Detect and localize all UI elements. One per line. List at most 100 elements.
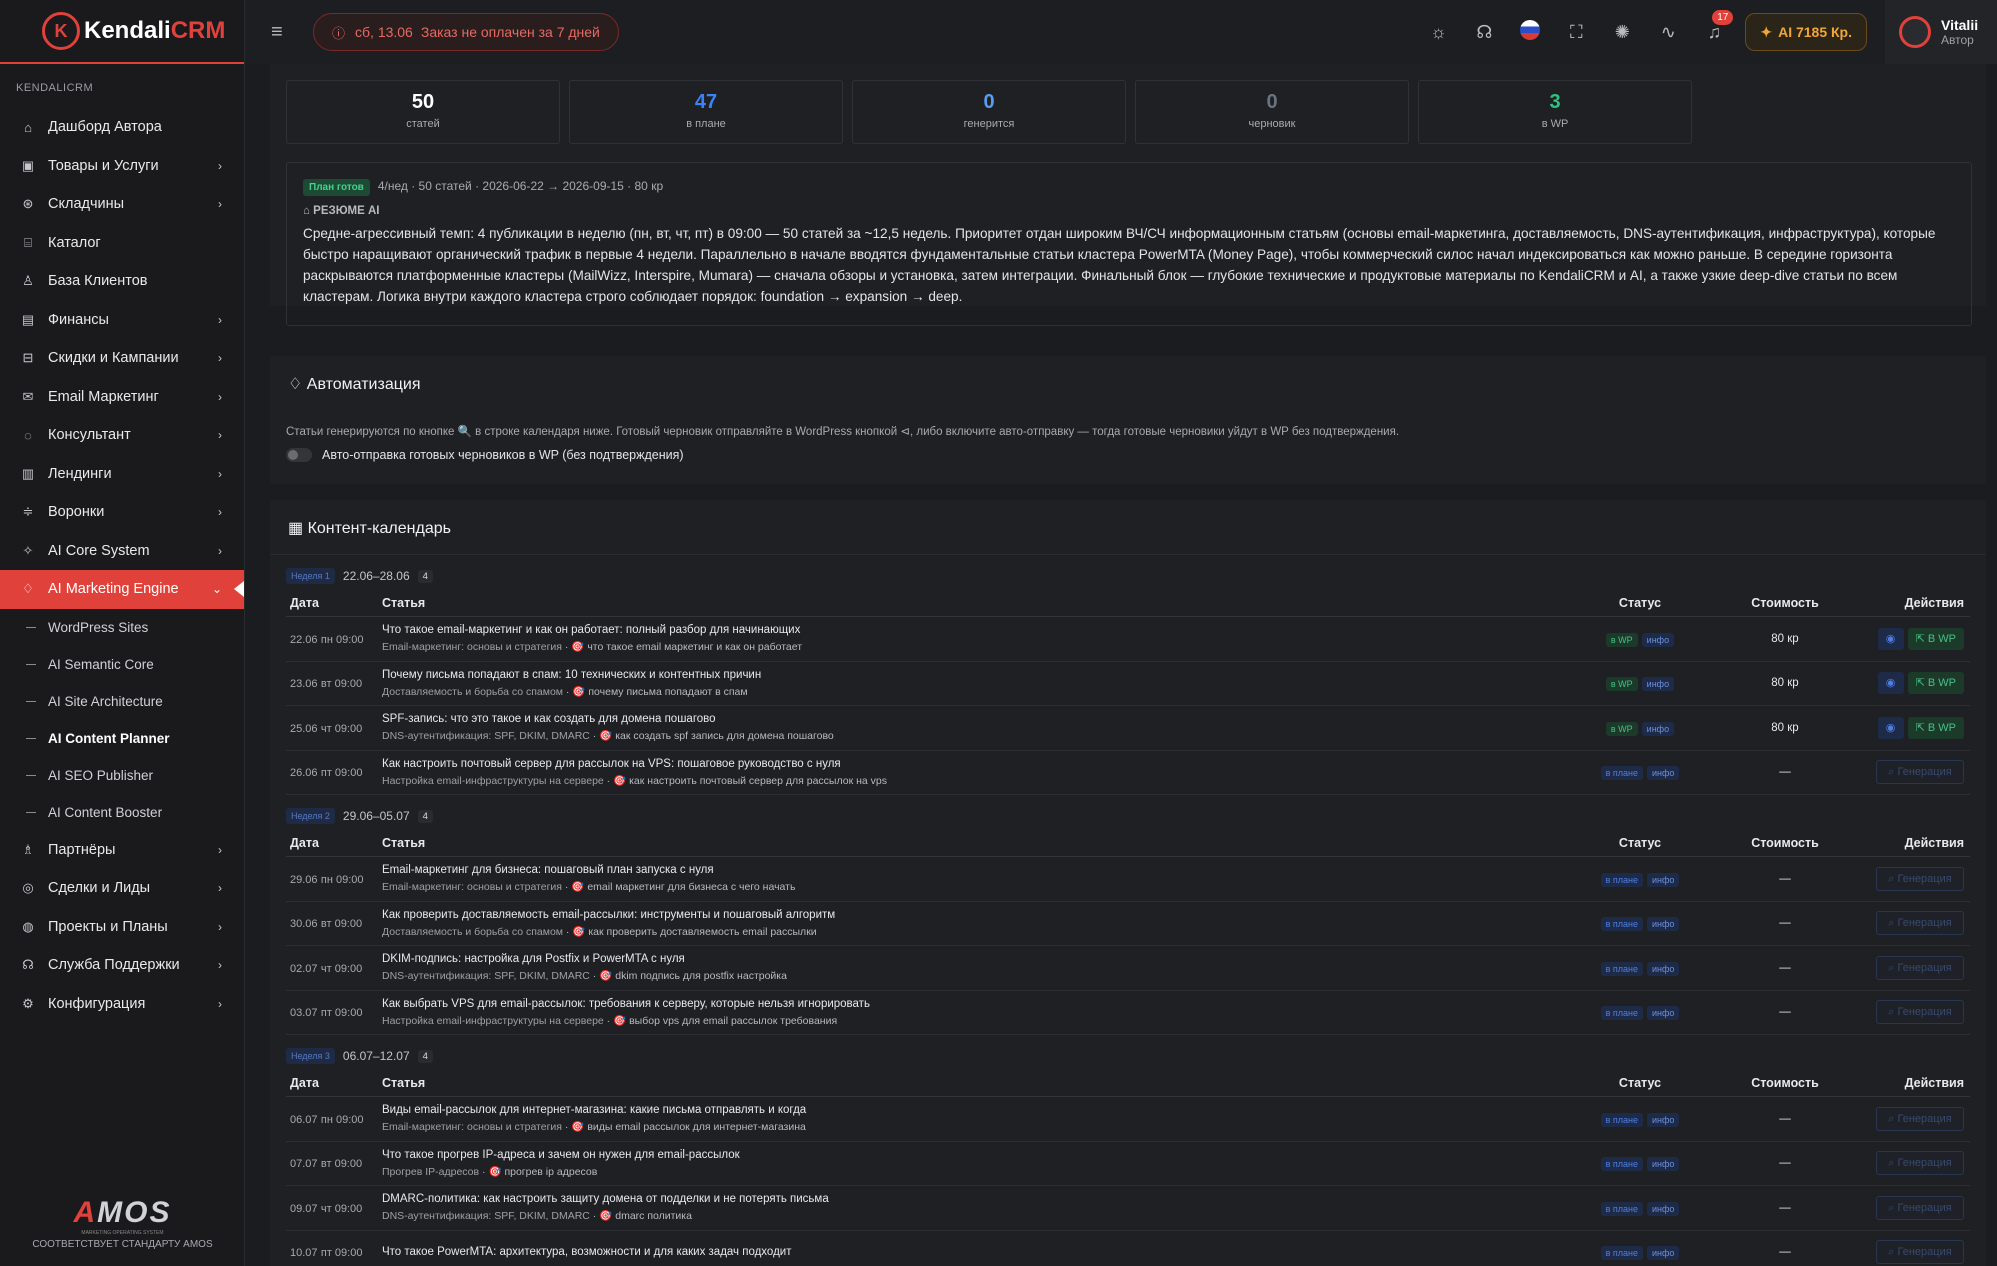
language-flag-icon[interactable] — [1507, 19, 1553, 45]
generate-button[interactable]: ⌕ Генерация — [1876, 1240, 1964, 1265]
article-title[interactable]: Как выбрать VPS для email-рассылок: треб… — [382, 998, 1560, 1010]
article-title[interactable]: Что такое PowerMTA: архитектура, возможн… — [382, 1246, 1560, 1258]
app-logo[interactable]: K Kendali CRM — [0, 0, 244, 64]
ai-balance-button[interactable]: ✦ AI 7185 Кр. — [1745, 13, 1867, 51]
week-range: 29.06–05.07 — [342, 809, 410, 823]
sidebar-item-partners[interactable]: ♗ Партнёры › — [0, 831, 244, 870]
sidebar-item-gear[interactable]: ⚙ Конфигурация › — [0, 985, 244, 1024]
send-to-wp-button[interactable]: ⇱ В WP — [1907, 627, 1964, 650]
week-range: 06.07–12.07 — [342, 1049, 410, 1063]
lightbulb-icon[interactable]: ☼ — [1415, 22, 1461, 43]
table-row: 25.06 чт 09:00 SPF-запись: что это такое … — [286, 706, 1970, 751]
view-eye-icon[interactable]: ◉ — [1877, 627, 1904, 650]
notifications-icon[interactable]: ♫ 17 — [1691, 9, 1737, 43]
sidebar-item-ai-marketing-engine[interactable]: ♢ AI Marketing Engine ⌄ — [0, 570, 244, 609]
hamburger-menu-icon[interactable]: ≡ — [271, 21, 301, 44]
generate-button[interactable]: ⌕ Генерация — [1876, 1195, 1964, 1220]
info-badge[interactable]: инфо — [1646, 1201, 1680, 1216]
article-title[interactable]: SPF-запись: что это такое и как создать … — [382, 713, 1560, 725]
alert-icon: ⓘ — [332, 25, 346, 41]
week-tag: Неделя 3 — [286, 1048, 335, 1064]
sidebar-item-handshake[interactable]: ◎ Сделки и Лиды › — [0, 869, 244, 908]
auto-send-toggle[interactable] — [286, 448, 312, 462]
sidebar-item-box[interactable]: ▣ Товары и Услуги › — [0, 147, 244, 186]
sidebar-item-funnel[interactable]: ≑ Воронки › — [0, 493, 244, 532]
sidebar-item-wallet[interactable]: ▤ Финансы › — [0, 301, 244, 340]
generate-button[interactable]: ⌕ Генерация — [1876, 866, 1964, 891]
article-title[interactable]: Виды email-рассылок для интернет-магазин… — [382, 1104, 1560, 1116]
sidebar-item-users[interactable]: ♙ База Клиентов — [0, 262, 244, 301]
sidebar-item-home[interactable]: ⌂ Дашборд Автора — [0, 108, 244, 147]
view-eye-icon[interactable]: ◉ — [1877, 716, 1904, 739]
article-meta: DNS-аутентификация: SPF, DKIM, DMARC · 🎯… — [382, 1209, 1560, 1222]
sidebar-item-projects[interactable]: ◍ Проекты и Планы › — [0, 908, 244, 947]
row-status: в WP инфо — [1560, 630, 1720, 648]
article-title[interactable]: Что такое прогрев IP-адреса и зачем он н… — [382, 1149, 1560, 1161]
article-cluster: Прогрев IP-адресов — [382, 1165, 480, 1178]
sidebar-item-tag[interactable]: ⊟ Скидки и Кампании › — [0, 339, 244, 378]
sidebar-item-label: Конфигурация — [48, 995, 146, 1012]
sidebar-item-page[interactable]: ▥ Лендинги › — [0, 455, 244, 494]
article-title[interactable]: Что такое email-маркетинг и как он работ… — [382, 624, 1560, 636]
activity-icon[interactable]: ∿ — [1645, 22, 1691, 43]
headset-icon[interactable]: ☊ — [1461, 22, 1507, 43]
theme-toggle-icon[interactable]: ✺ — [1599, 22, 1645, 43]
article-title[interactable]: Email-маркетинг для бизнеса: пошаговый п… — [382, 864, 1560, 876]
send-to-wp-button[interactable]: ⇱ В WP — [1907, 716, 1964, 739]
chevron-down-icon: ⌄ — [211, 582, 222, 597]
fullscreen-icon[interactable]: ⛶ — [1553, 22, 1599, 43]
payment-alert[interactable]: ⓘ сб, 13.06 Заказ не оплачен за 7 дней — [313, 13, 619, 51]
info-badge[interactable]: инфо — [1646, 766, 1680, 781]
calendar-icon: ▦ — [288, 520, 308, 537]
row-actions: ⌕ Генерация — [1850, 1151, 1970, 1176]
chevron-right-icon: › — [218, 543, 222, 558]
stat-label: статей — [406, 118, 440, 130]
article-title[interactable]: Почему письма попадают в спам: 10 технич… — [382, 669, 1560, 681]
info-badge[interactable]: инфо — [1646, 1157, 1680, 1172]
info-badge[interactable]: инфо — [1641, 632, 1675, 647]
send-to-wp-button[interactable]: ⇱ В WP — [1907, 672, 1964, 695]
article-title[interactable]: DKIM-подпись: настройка для Postfix и Po… — [382, 953, 1560, 965]
submenu-item[interactable]: AI SEO Publisher — [0, 757, 244, 794]
view-eye-icon[interactable]: ◉ — [1877, 672, 1904, 695]
status-badge: в плане — [1600, 1157, 1643, 1172]
info-badge[interactable]: инфо — [1646, 961, 1680, 976]
generate-button[interactable]: ⌕ Генерация — [1876, 1151, 1964, 1176]
sidebar-item-chat[interactable]: ◌ Консультант › — [0, 416, 244, 455]
generate-button[interactable]: ⌕ Генерация — [1876, 955, 1964, 980]
generate-button[interactable]: ⌕ Генерация — [1876, 1000, 1964, 1025]
sidebar-item-sparkle[interactable]: ✧ AI Core System › — [0, 532, 244, 571]
info-badge[interactable]: инфо — [1641, 677, 1675, 692]
article-title[interactable]: Как проверить доставляемость email-рассы… — [382, 909, 1560, 921]
sidebar-item-store[interactable]: ⌸ Каталог — [0, 224, 244, 263]
info-badge[interactable]: инфо — [1646, 872, 1680, 887]
submenu-item[interactable]: AI Semantic Core — [0, 646, 244, 683]
submenu-item[interactable]: AI Content Planner — [0, 720, 244, 757]
sidebar-item-headset[interactable]: ☊ Служба Поддержки › — [0, 946, 244, 985]
generate-button[interactable]: ⌕ Генерация — [1876, 911, 1964, 936]
article-title[interactable]: DMARC-политика: как настроить защиту дом… — [382, 1193, 1560, 1205]
stat-value: 47 — [694, 91, 718, 113]
amos-tagline: MARKETING OPERATING SYSTEM — [81, 1230, 164, 1236]
submenu-item-label: AI Semantic Core — [48, 656, 154, 672]
submenu-item[interactable]: AI Content Booster — [0, 794, 244, 831]
info-badge[interactable]: инфо — [1646, 917, 1680, 932]
alert-date: сб, 13.06 — [355, 24, 413, 40]
row-status: в плане инфо — [1560, 1199, 1720, 1217]
handshake-icon: ◎ — [22, 880, 34, 896]
sidebar-item-mail[interactable]: ✉ Email Маркетинг › — [0, 378, 244, 417]
generate-button[interactable]: ⌕ Генерация — [1876, 760, 1964, 785]
sidebar-item-share[interactable]: ⊛ Складчины › — [0, 185, 244, 224]
submenu-item[interactable]: AI Site Architecture — [0, 683, 244, 720]
info-badge[interactable]: инфо — [1646, 1006, 1680, 1021]
stat-label: в WP — [1541, 118, 1569, 130]
submenu-item[interactable]: WordPress Sites — [0, 609, 244, 646]
info-badge[interactable]: инфо — [1641, 721, 1675, 736]
chevron-right-icon: › — [218, 351, 222, 366]
article-title[interactable]: Как настроить почтовый сервер для рассыл… — [382, 758, 1560, 770]
keyword: · 🎯 как настроить почтовый сервер для ра… — [603, 774, 887, 787]
info-badge[interactable]: инфо — [1646, 1112, 1680, 1127]
generate-button[interactable]: ⌕ Генерация — [1876, 1106, 1964, 1131]
info-badge[interactable]: инфо — [1646, 1246, 1680, 1261]
user-menu[interactable]: Vitalii Автор — [1885, 0, 1997, 64]
